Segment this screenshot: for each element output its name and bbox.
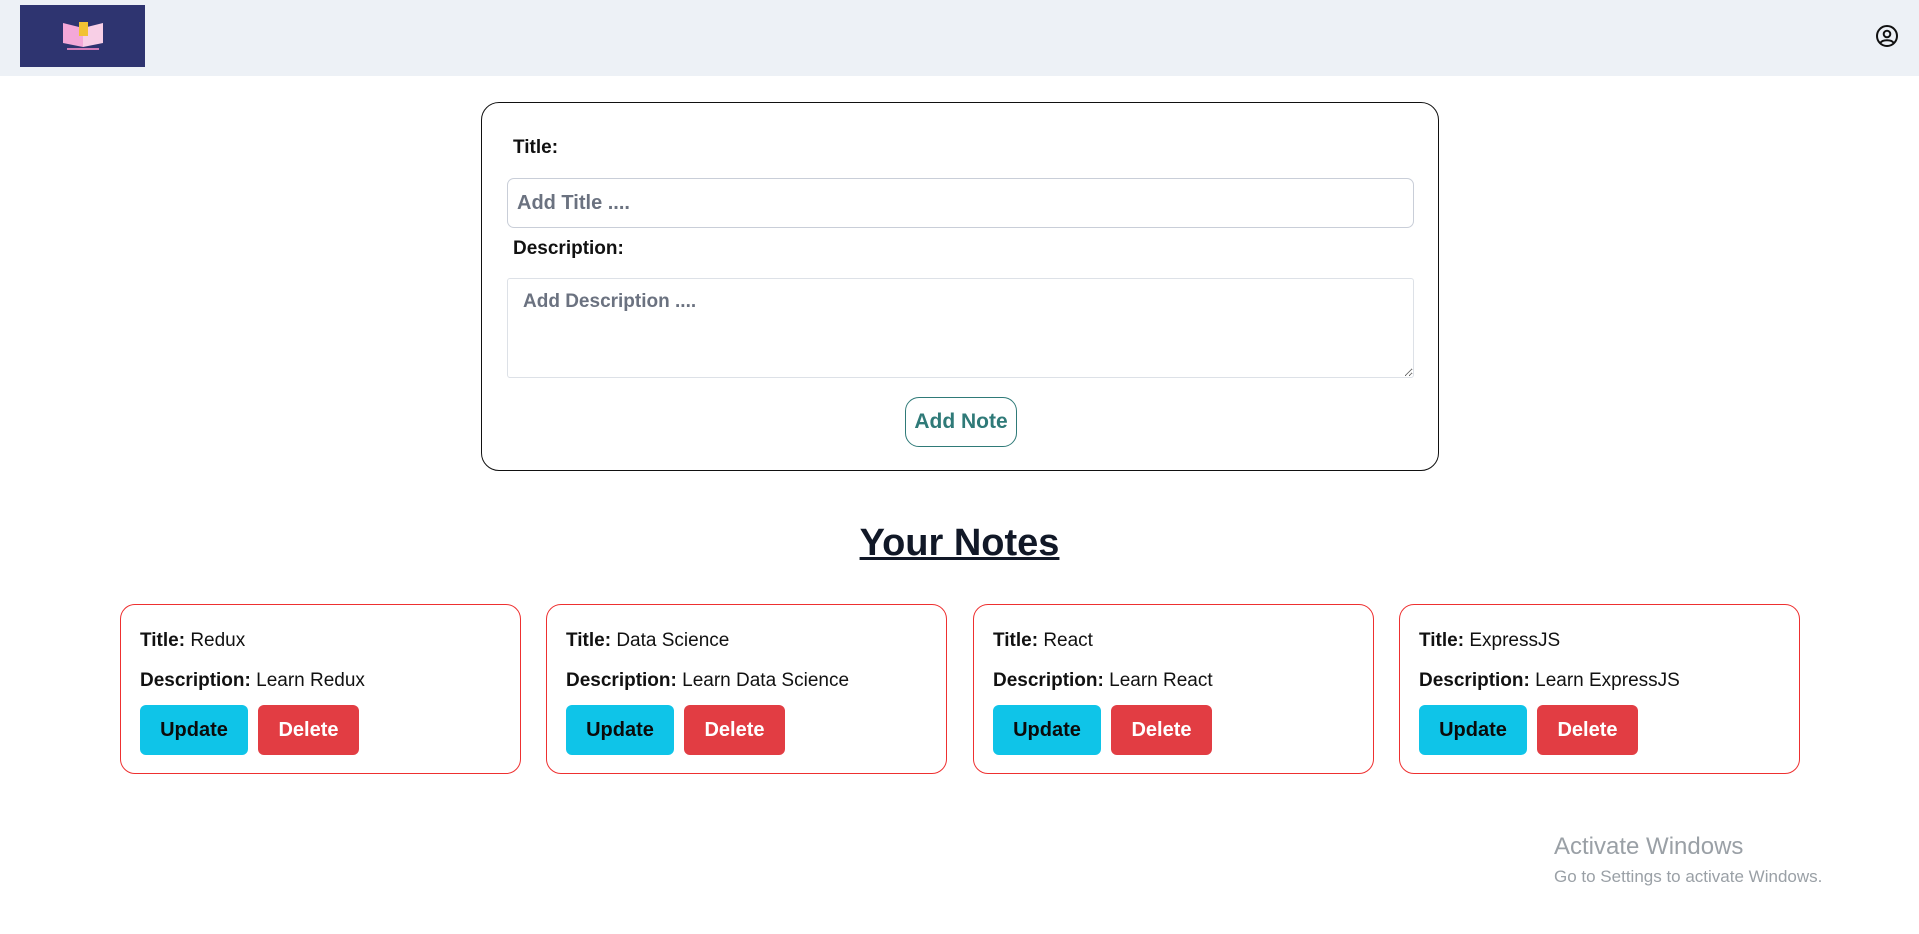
note-card: Title: ExpressJS Description: Learn Expr… [1399,604,1800,774]
note-title-line: Title: React [993,630,1093,652]
note-title-label: Title: [566,630,612,651]
note-title-value: React [1043,630,1093,651]
note-title-value: Redux [190,630,246,651]
update-button[interactable]: Update [140,705,248,755]
note-title-line: Title: Data Science [566,630,729,652]
book-logo-icon[interactable] [20,5,145,67]
title-label: Title: [513,137,559,158]
update-button[interactable]: Update [993,705,1101,755]
watermark-subtitle: Go to Settings to activate Windows. [1554,867,1823,886]
note-card: Title: Redux Description: Learn Redux Up… [120,604,521,774]
note-description-line: Description: Learn ExpressJS [1419,670,1680,692]
delete-button[interactable]: Delete [258,705,359,755]
update-button[interactable]: Update [566,705,674,755]
delete-button[interactable]: Delete [1111,705,1212,755]
add-note-button[interactable]: Add Note [905,397,1017,447]
note-description-label: Description: [140,670,251,691]
note-description-label: Description: [566,670,677,691]
note-description-line: Description: Learn Redux [140,670,365,692]
note-title-value: ExpressJS [1469,630,1561,651]
note-description-value: Learn Redux [256,670,365,691]
note-title-label: Title: [140,630,186,651]
note-title-value: Data Science [616,630,730,651]
note-description-label: Description: [1419,670,1530,691]
note-description-label: Description: [993,670,1104,691]
navbar [0,0,1919,76]
watermark-title: Activate Windows [1554,833,1744,860]
note-description-value: Learn React [1109,670,1213,691]
note-title-label: Title: [993,630,1039,651]
add-note-form: Title: Description: Add Note [481,102,1439,471]
description-label: Description: [513,238,624,259]
note-card: Title: Data Science Description: Learn D… [546,604,947,774]
note-description-line: Description: Learn React [993,670,1213,692]
activate-windows-watermark: Activate Windows Go to Settings to activ… [1554,833,1822,887]
note-title-label: Title: [1419,630,1465,651]
note-card: Title: React Description: Learn React Up… [973,604,1374,774]
update-button[interactable]: Update [1419,705,1527,755]
note-description-line: Description: Learn Data Science [566,670,849,692]
note-description-value: Learn ExpressJS [1535,670,1680,691]
description-input[interactable] [507,278,1414,378]
note-description-value: Learn Data Science [682,670,850,691]
delete-button[interactable]: Delete [684,705,785,755]
delete-button[interactable]: Delete [1537,705,1638,755]
user-circle-icon[interactable] [1873,22,1901,50]
notes-heading: Your Notes [859,522,1060,564]
title-input[interactable] [507,178,1414,228]
note-title-line: Title: ExpressJS [1419,630,1560,652]
note-title-line: Title: Redux [140,630,245,652]
